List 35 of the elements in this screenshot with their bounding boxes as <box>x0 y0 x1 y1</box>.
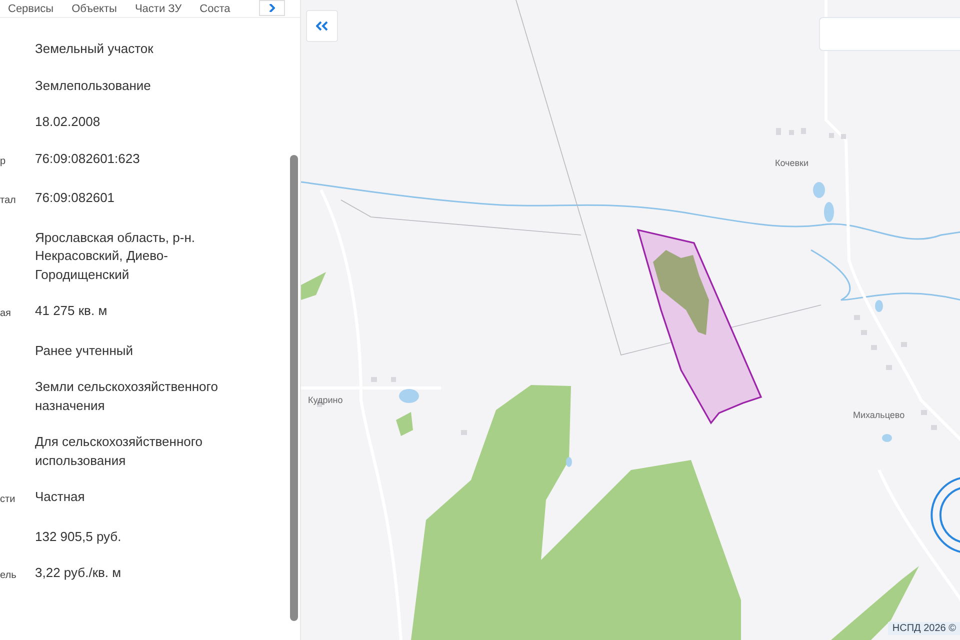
property-value: 18.02.2008 <box>35 113 100 131</box>
tab[interactable]: Соста <box>192 0 240 16</box>
property-value: Ярославская область, р-н. Некрасовский, Диево-Городищенский <box>35 228 196 284</box>
property-value: 3,22 руб./кв. м <box>35 564 122 582</box>
tab[interactable]: Сервисы <box>0 0 64 16</box>
chevron-right-icon <box>269 4 275 12</box>
map[interactable]: Кочевки Кудрино Михальцево НСПД 2026 © <box>301 0 960 640</box>
place-label: Кудрино <box>308 395 343 405</box>
property-label: тал <box>0 195 16 206</box>
property-value: 41 275 кв. м <box>35 302 108 320</box>
property-value: Частная <box>35 488 85 506</box>
property-value: Земельный участок <box>35 40 154 58</box>
double-chevron-left-icon <box>316 21 328 31</box>
location-control[interactable] <box>930 477 960 553</box>
tab[interactable]: Объекты <box>64 0 127 16</box>
property-label: р <box>0 156 6 166</box>
map-attribution: НСПД 2026 © <box>888 622 960 635</box>
property-label: ая <box>0 308 11 319</box>
place-label: Михальцево <box>853 410 905 420</box>
property-value: Для сельскохозяйственного использования <box>35 433 204 470</box>
tabs-scroll-button[interactable] <box>259 0 285 16</box>
tab[interactable]: Части ЗУ <box>126 0 192 16</box>
property-label: сти <box>0 494 16 505</box>
property-value: 76:09:082601:623 <box>35 150 140 168</box>
property-value: Землепользование <box>35 76 151 94</box>
place-label: Кочевки <box>775 158 808 168</box>
collapse-button[interactable] <box>306 10 338 42</box>
property-label: ель <box>0 570 16 581</box>
search-field[interactable] <box>819 17 960 51</box>
land-parcel[interactable] <box>636 228 762 424</box>
property-value: Ранее учтенный <box>35 342 133 360</box>
scrollbar[interactable] <box>290 155 298 621</box>
property-value: 76:09:082601 <box>35 189 115 207</box>
property-value: Земли сельскохозяйственного назначения <box>35 378 219 414</box>
property-value: 132 905,5 руб. <box>35 528 122 546</box>
